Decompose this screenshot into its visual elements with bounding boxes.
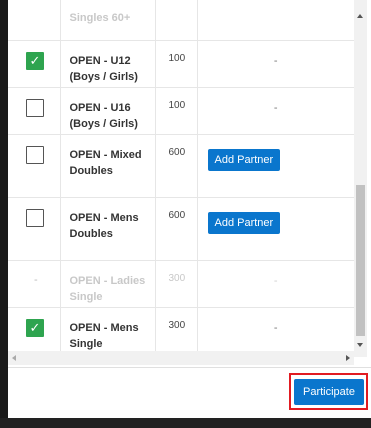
event-name: OPEN - Mens Single — [60, 307, 156, 355]
event-price: 100 — [155, 87, 198, 135]
scroll-up-arrow-icon[interactable] — [357, 14, 363, 18]
action-cell: Add Partner — [197, 134, 354, 198]
event-price — [155, 0, 198, 41]
check-cell — [8, 87, 61, 135]
event-table: Singles 60+ ✓ OPEN - U12 (Boys / Girls) … — [8, 0, 354, 355]
action-cell — [197, 0, 354, 41]
participate-button[interactable]: Participate — [294, 379, 364, 405]
left-edge — [0, 0, 8, 418]
event-name: Singles 60+ — [60, 0, 156, 41]
check-cell: ✓ — [8, 40, 61, 88]
event-price: 600 — [155, 134, 198, 198]
add-partner-button-mixed-doubles[interactable]: Add Partner — [207, 148, 281, 171]
scrollbar-thumb[interactable] — [356, 185, 365, 336]
event-checkbox-mens-single[interactable]: ✓ — [26, 318, 44, 337]
bottom-edge — [0, 418, 371, 428]
event-selection-panel: Singles 60+ ✓ OPEN - U12 (Boys / Girls) … — [8, 0, 371, 418]
unavailable-marker: - — [34, 273, 38, 286]
check-cell: - — [8, 260, 61, 308]
scroll-right-arrow-icon[interactable] — [346, 355, 350, 361]
horizontal-scrollbar[interactable] — [8, 351, 354, 365]
event-price: 100 — [155, 40, 198, 88]
vertical-scrollbar[interactable] — [354, 0, 367, 357]
event-checkbox-u16[interactable] — [26, 98, 44, 117]
event-price: 300 — [155, 307, 198, 355]
no-action: - — [273, 321, 278, 334]
action-cell: - — [197, 87, 354, 135]
action-cell: - — [197, 260, 354, 308]
event-table-viewport: Singles 60+ ✓ OPEN - U12 (Boys / Girls) … — [8, 0, 354, 357]
event-name: OPEN - Ladies Single — [60, 260, 156, 308]
table-row: ✓ OPEN - U12 (Boys / Girls) 100 - — [8, 40, 354, 88]
event-name: OPEN - U16 (Boys / Girls) — [60, 87, 156, 135]
event-name: OPEN - U12 (Boys / Girls) — [60, 40, 156, 88]
add-partner-button-mens-doubles[interactable]: Add Partner — [207, 211, 281, 234]
check-icon: ✓ — [29, 320, 41, 335]
table-row: Singles 60+ — [8, 0, 354, 41]
no-action: - — [273, 54, 278, 67]
no-action: - — [273, 101, 278, 114]
event-checkbox-mixed-doubles[interactable] — [26, 145, 44, 164]
action-cell: Add Partner — [197, 197, 354, 261]
event-name: OPEN - Mens Doubles — [60, 197, 156, 261]
action-cell: - — [197, 40, 354, 88]
table-row: OPEN - U16 (Boys / Girls) 100 - — [8, 87, 354, 135]
event-name: OPEN - Mixed Doubles — [60, 134, 156, 198]
footer-divider — [8, 367, 371, 368]
table-row: OPEN - Mixed Doubles 600 Add Partner — [8, 134, 354, 198]
action-cell: - — [197, 307, 354, 355]
event-price: 600 — [155, 197, 198, 261]
table-row: - OPEN - Ladies Single 300 - — [8, 260, 354, 308]
event-price: 300 — [155, 260, 198, 308]
table-row: ✓ OPEN - Mens Single 300 - — [8, 307, 354, 355]
event-checkbox-mens-doubles[interactable] — [26, 208, 44, 227]
check-icon: ✓ — [29, 53, 41, 68]
check-cell — [8, 134, 61, 198]
page-frame: Singles 60+ ✓ OPEN - U12 (Boys / Girls) … — [0, 0, 371, 428]
scroll-down-arrow-icon[interactable] — [357, 343, 363, 347]
event-checkbox-u12[interactable]: ✓ — [26, 51, 44, 70]
check-cell — [8, 197, 61, 261]
check-cell: ✓ — [8, 307, 61, 355]
check-cell — [8, 0, 61, 41]
table-row: OPEN - Mens Doubles 600 Add Partner — [8, 197, 354, 261]
scroll-left-arrow-icon[interactable] — [12, 355, 16, 361]
no-action: - — [273, 274, 278, 287]
